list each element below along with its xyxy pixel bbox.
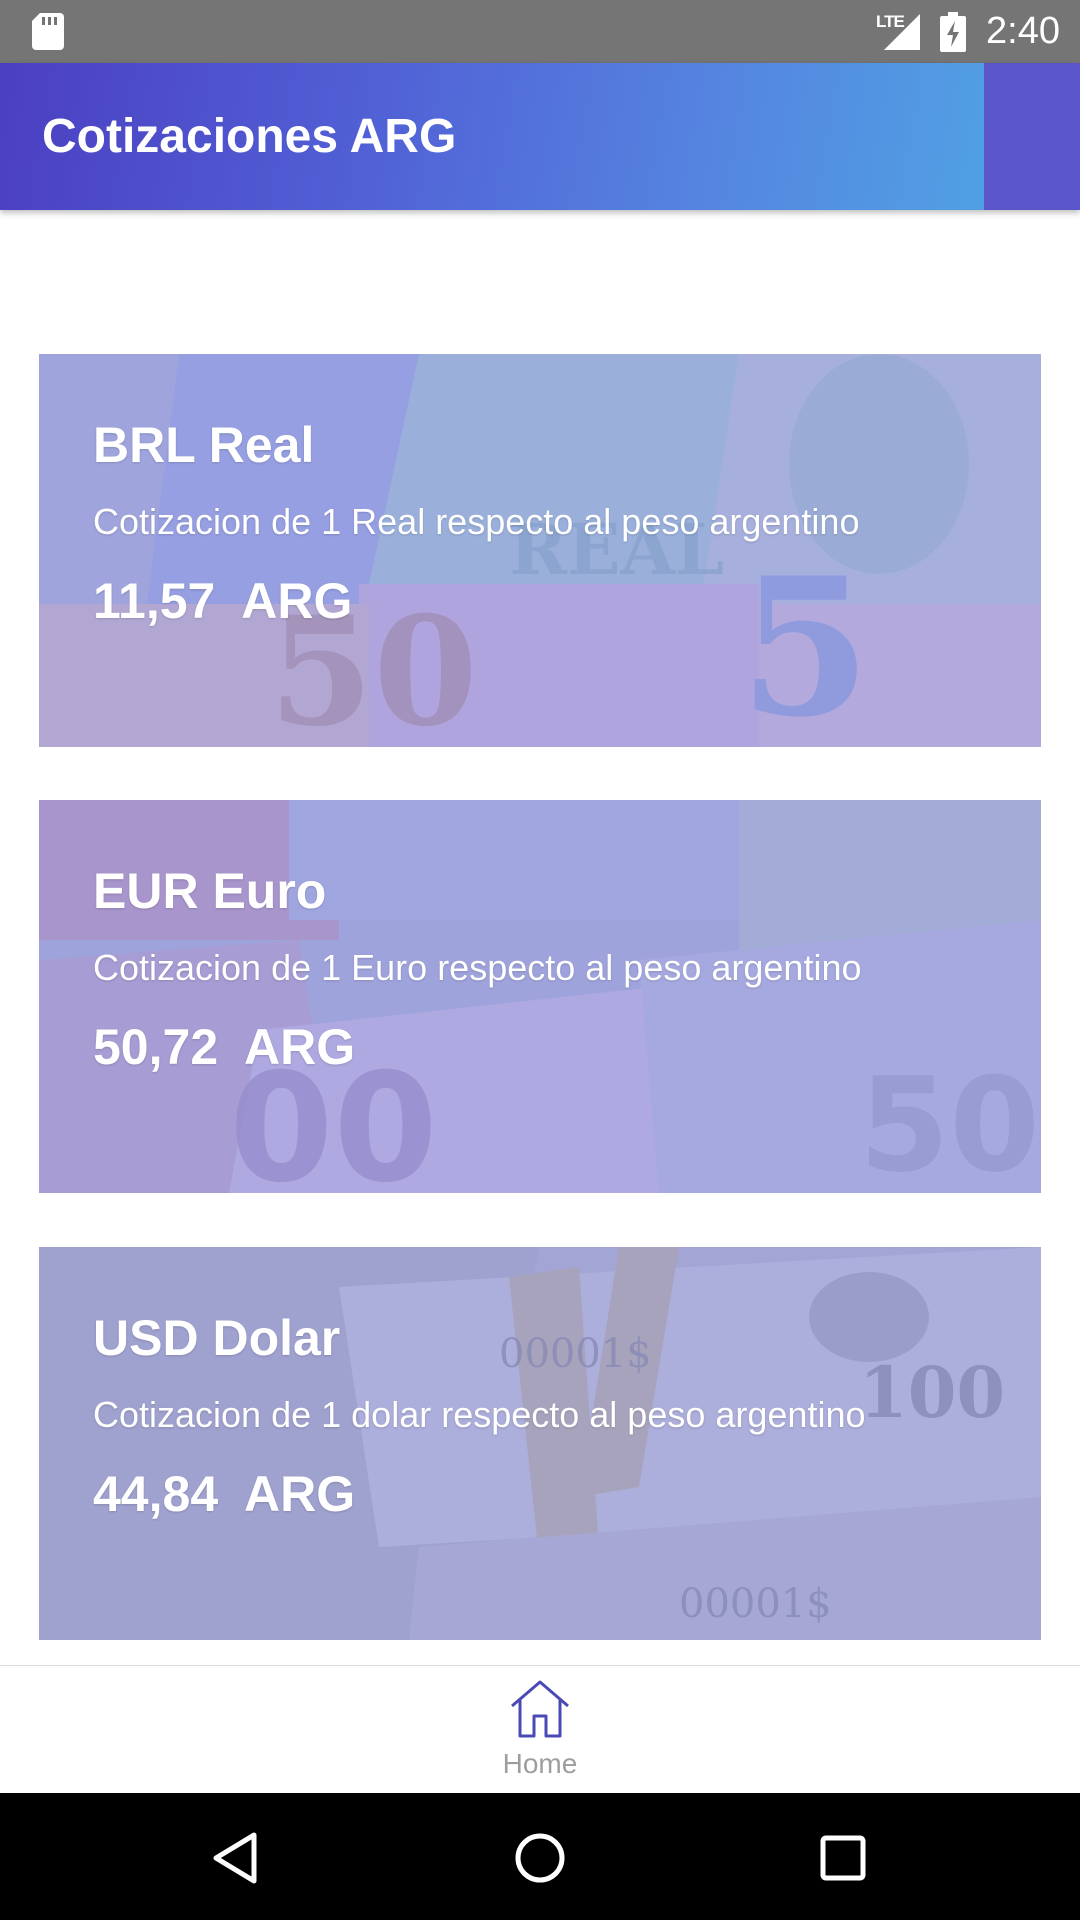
currency-card-eur[interactable]: 00 50 EUR Euro Cotizacion de 1 Euro resp…	[39, 800, 1041, 1193]
currency-name: BRL Real	[93, 417, 315, 473]
nav-tab-label: Home	[502, 1748, 578, 1779]
app-bar: Cotizaciones ARG	[0, 63, 1080, 210]
status-bar: LTE 2:40	[0, 0, 1080, 63]
signal-icon	[884, 14, 920, 50]
home-circle-icon[interactable]	[505, 1823, 575, 1893]
nav-tab-home[interactable]: Home	[480, 1666, 600, 1794]
card-overlay	[39, 1247, 1041, 1640]
currency-description: Cotizacion de 1 Real respecto al peso ar…	[93, 501, 860, 542]
home-icon	[511, 1680, 569, 1738]
currency-price: 44,84 ARG	[93, 1466, 356, 1522]
page-title: Cotizaciones ARG	[42, 110, 457, 163]
currency-description: Cotizacion de 1 dolar respecto al peso a…	[93, 1394, 866, 1435]
system-navigation-bar	[0, 1793, 1080, 1920]
currency-name: EUR Euro	[93, 863, 327, 919]
card-overlay	[39, 800, 1041, 1193]
currency-card-brl[interactable]: 50 REAL 5 BRL Real Cotizacion de 1 Real …	[39, 354, 1041, 747]
battery-charging-icon	[940, 12, 966, 52]
status-clock: 2:40	[986, 10, 1060, 52]
currency-name: USD Dolar	[93, 1310, 341, 1366]
currency-list: 50 REAL 5 BRL Real Cotizacion de 1 Real …	[0, 210, 1080, 1665]
app-bar-accent	[984, 63, 1080, 210]
back-icon[interactable]	[200, 1823, 270, 1893]
card-overlay	[39, 354, 1041, 747]
sd-card-icon	[32, 13, 64, 50]
recents-icon[interactable]	[808, 1823, 878, 1893]
currency-description: Cotizacion de 1 Euro respecto al peso ar…	[93, 947, 862, 988]
currency-price: 11,57 ARG	[93, 573, 353, 629]
currency-card-usd[interactable]: 00001$ 100 00001$ USD Dolar Cotizacion d…	[39, 1247, 1041, 1640]
currency-price: 50,72 ARG	[93, 1019, 356, 1075]
bottom-navigation: Home	[0, 1665, 1080, 1793]
